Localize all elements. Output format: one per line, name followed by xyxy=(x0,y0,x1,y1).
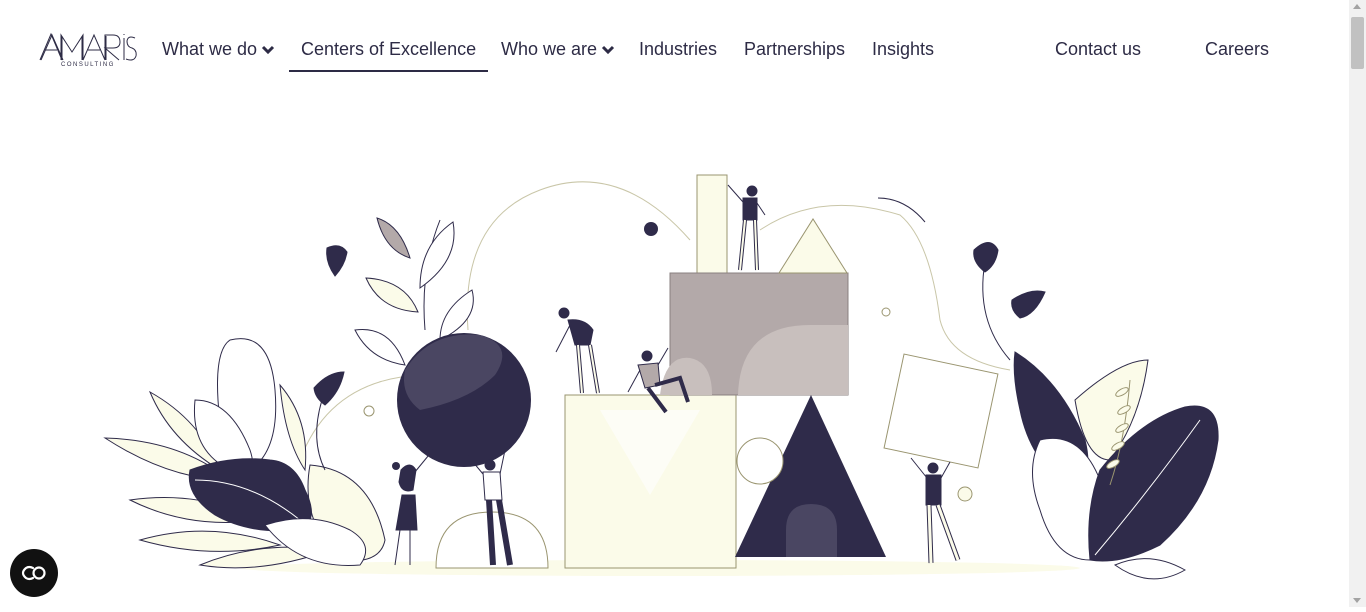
page-scrollbar[interactable] xyxy=(1349,0,1366,607)
scrollbar-thumb[interactable] xyxy=(1351,17,1364,69)
chevron-down-icon xyxy=(601,45,615,54)
logo-tagline: CONSULTING xyxy=(61,62,115,68)
person-figure xyxy=(910,457,961,564)
person-figure xyxy=(555,307,600,394)
bud xyxy=(973,242,999,273)
scroll-up-arrow-icon[interactable] xyxy=(1353,4,1361,9)
leaf xyxy=(1113,558,1187,580)
nav-label: Partnerships xyxy=(744,39,846,59)
nav-label: Careers xyxy=(1205,39,1270,59)
decor-ring xyxy=(881,307,891,317)
leaf xyxy=(419,221,455,289)
nav-label: Contact us xyxy=(1055,39,1142,59)
bud xyxy=(1011,290,1046,319)
nav-careers[interactable]: Careers xyxy=(1205,39,1269,60)
person-figure xyxy=(394,449,434,566)
nav-item-what-we-do[interactable]: What we do xyxy=(162,39,275,60)
leaf xyxy=(376,217,411,259)
triangle-door xyxy=(786,504,837,557)
chevron-down-icon xyxy=(261,45,275,54)
tall-bar xyxy=(696,174,728,274)
leaf xyxy=(365,277,419,313)
nav-label: Insights xyxy=(872,39,935,59)
nav-contact-us[interactable]: Contact us xyxy=(1055,39,1141,60)
plant-stem xyxy=(982,261,1011,361)
nav-item-insights[interactable]: Insights xyxy=(872,39,934,60)
decor-dot xyxy=(392,462,400,470)
plant-stem xyxy=(316,399,326,471)
site-header: CONSULTING What we do Centers of Excelle… xyxy=(0,0,1349,100)
nav-item-industries[interactable]: Industries xyxy=(639,39,717,60)
nav-label: Industries xyxy=(639,39,718,59)
decor-ring xyxy=(957,486,973,502)
decor-curve-line xyxy=(466,181,691,331)
leaf xyxy=(439,289,474,341)
decor-arc-line xyxy=(877,197,926,223)
leaf xyxy=(279,383,307,472)
tilted-square xyxy=(883,353,999,469)
nav-label: Centers of Excellence xyxy=(301,39,477,59)
nav-item-partnerships[interactable]: Partnerships xyxy=(744,39,845,60)
person-figure xyxy=(727,184,766,271)
nav-item-centers-of-excellence[interactable]: Centers of Excellence xyxy=(288,39,489,72)
leaf xyxy=(138,530,282,552)
brand-logo[interactable]: CONSULTING xyxy=(39,30,137,72)
nav-item-who-we-are[interactable]: Who we are xyxy=(501,39,615,60)
hero-artwork xyxy=(103,174,1219,580)
decor-ring xyxy=(363,405,375,417)
cookie-settings-icon xyxy=(21,565,46,581)
bud xyxy=(313,371,345,406)
hero-illustration xyxy=(0,100,1349,607)
small-triangle xyxy=(778,218,848,274)
scroll-down-arrow-icon[interactable] xyxy=(1353,598,1361,603)
nav-label: What we do xyxy=(162,39,258,59)
nav-label: Who we are xyxy=(501,39,598,59)
bud xyxy=(326,245,348,277)
cookie-consent-button[interactable] xyxy=(10,549,58,597)
white-ring xyxy=(736,437,784,485)
decor-dot xyxy=(644,222,658,236)
leaf xyxy=(354,328,406,366)
